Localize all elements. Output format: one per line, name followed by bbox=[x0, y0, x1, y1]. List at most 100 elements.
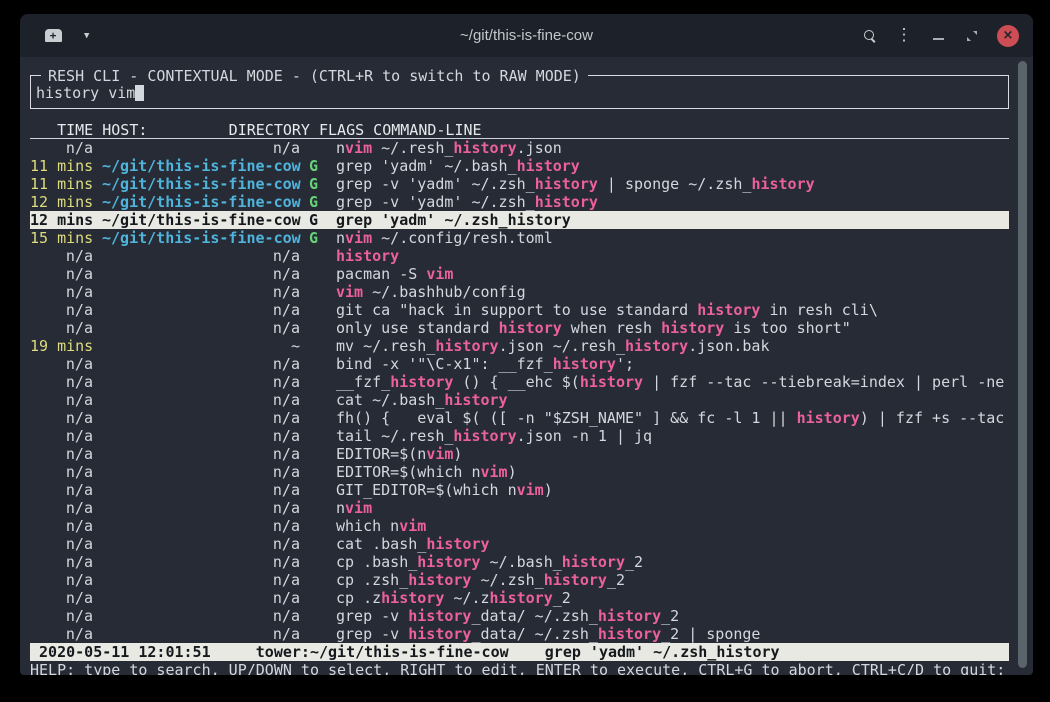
row-time: n/a bbox=[30, 463, 93, 481]
history-row[interactable]: n/an/atail ~/.resh_history.json -n 1 | j… bbox=[30, 427, 1009, 445]
history-row[interactable]: n/an/ahistory bbox=[30, 247, 1009, 265]
row-flags bbox=[309, 571, 327, 589]
history-row[interactable]: n/an/agit ca "hack in support to use sta… bbox=[30, 301, 1009, 319]
row-command: cat .bash_history bbox=[336, 535, 1009, 553]
history-row[interactable]: n/an/aonly use standard history when res… bbox=[30, 319, 1009, 337]
row-time: n/a bbox=[30, 625, 93, 643]
new-tab-icon: + bbox=[45, 29, 62, 42]
row-flags bbox=[309, 139, 327, 157]
history-row[interactable]: 11 mins~/git/this-is-fine-cowGgrep 'yadm… bbox=[30, 157, 1009, 175]
row-command: grep -v history_data/ ~/.zsh_history_2 |… bbox=[336, 625, 1009, 643]
row-time: 15 mins bbox=[30, 229, 93, 247]
scrollbar-thumb[interactable] bbox=[1018, 61, 1027, 668]
row-flags bbox=[309, 391, 327, 409]
history-row[interactable]: n/an/aEDITOR=$(which nvim) bbox=[30, 463, 1009, 481]
row-command: tail ~/.resh_history.json -n 1 | jq bbox=[336, 427, 1009, 445]
history-row[interactable]: 12 mins~/git/this-is-fine-cowGgrep -v 'y… bbox=[30, 193, 1009, 211]
terminal-content: RESH CLI - CONTEXTUAL MODE - (CTRL+R to … bbox=[20, 57, 1033, 675]
row-command: history bbox=[336, 247, 1009, 265]
row-flags: G bbox=[309, 229, 327, 247]
row-command: which nvim bbox=[336, 517, 1009, 535]
row-command: cp .bash_history ~/.bash_history_2 bbox=[336, 553, 1009, 571]
history-row[interactable]: 11 mins~/git/this-is-fine-cowGgrep -v 'y… bbox=[30, 175, 1009, 193]
row-directory: n/a bbox=[102, 409, 300, 427]
menu-button[interactable]: ⋮ bbox=[887, 21, 921, 51]
row-flags bbox=[309, 445, 327, 463]
row-flags bbox=[309, 553, 327, 571]
row-flags bbox=[309, 481, 327, 499]
row-directory: n/a bbox=[102, 355, 300, 373]
history-row[interactable]: n/an/anvim bbox=[30, 499, 1009, 517]
close-icon: × bbox=[1003, 28, 1014, 43]
row-flags bbox=[309, 355, 327, 373]
history-row[interactable]: n/an/acat ~/.bash_history bbox=[30, 391, 1009, 409]
row-time: n/a bbox=[30, 553, 93, 571]
restore-button[interactable] bbox=[955, 21, 989, 51]
history-row[interactable]: n/an/acp .bash_history ~/.bash_history_2 bbox=[30, 553, 1009, 571]
row-command: fh() { eval $( ([ -n "$ZSH_NAME" ] && fc… bbox=[336, 409, 1009, 427]
row-time: n/a bbox=[30, 139, 93, 157]
history-row[interactable]: n/an/agrep -v history_data/ ~/.zsh_histo… bbox=[30, 607, 1009, 625]
history-row[interactable]: n/a n/a fh() { eval $( ([ -n "$ZSH_NAME" ]… bbox=[30, 409, 1009, 427]
row-flags bbox=[309, 517, 327, 535]
history-row[interactable]: n/an/aGIT_EDITOR=$(which nvim) bbox=[30, 481, 1009, 499]
row-directory: n/a bbox=[102, 589, 300, 607]
row-flags bbox=[309, 247, 327, 265]
row-command: pacman -S vim bbox=[336, 265, 1009, 283]
history-row[interactable]: n/an/avim ~/.bashhub/config bbox=[30, 283, 1009, 301]
history-row[interactable]: 15 mins~/git/this-is-fine-cowGnvim ~/.co… bbox=[30, 229, 1009, 247]
row-time: n/a bbox=[30, 571, 93, 589]
history-row[interactable]: 19 mins~mv ~/.resh_history.json ~/.resh_… bbox=[30, 337, 1009, 355]
row-command: cp .zhistory ~/.zhistory_2 bbox=[336, 589, 1009, 607]
row-directory: n/a bbox=[102, 445, 300, 463]
row-time: n/a bbox=[30, 427, 93, 445]
row-flags bbox=[309, 607, 327, 625]
row-directory: n/a bbox=[102, 391, 300, 409]
history-row[interactable]: n/an/acat .bash_history bbox=[30, 535, 1009, 553]
history-row[interactable]: n/an/awhich nvim bbox=[30, 517, 1009, 535]
history-row[interactable]: n/an/acp .zhistory ~/.zhistory_2 bbox=[30, 589, 1009, 607]
minimize-button[interactable] bbox=[921, 21, 955, 51]
row-flags: G bbox=[309, 193, 327, 211]
row-time: n/a bbox=[30, 283, 93, 301]
resh-search-box[interactable]: RESH CLI - CONTEXTUAL MODE - (CTRL+R to … bbox=[30, 75, 1009, 109]
history-row[interactable]: n/an/acp .zsh_history ~/.zsh_history_2 bbox=[30, 571, 1009, 589]
history-row[interactable]: n/an/a__fzf_history () { __ehc $(history… bbox=[30, 373, 1009, 391]
history-row[interactable]: 12 mins~/git/this-is-fine-cowGgrep 'yadm… bbox=[30, 211, 1009, 229]
row-time: n/a bbox=[30, 607, 93, 625]
row-time: n/a bbox=[30, 355, 93, 373]
row-command: nvim ~/.config/resh.toml bbox=[336, 229, 1009, 247]
row-time: n/a bbox=[30, 391, 93, 409]
row-flags bbox=[309, 463, 327, 481]
history-row[interactable]: n/an/anvim ~/.resh_history.json bbox=[30, 139, 1009, 157]
search-button[interactable] bbox=[853, 21, 887, 51]
table-rows: n/an/anvim ~/.resh_history.json11 mins~/… bbox=[30, 139, 1009, 643]
row-time: 12 mins bbox=[30, 193, 93, 211]
row-time: n/a bbox=[30, 265, 93, 283]
history-row[interactable]: n/an/abind -x '"\C-x1": __fzf_history'; bbox=[30, 355, 1009, 373]
row-flags bbox=[309, 499, 327, 517]
chevron-down-icon[interactable]: ▼ bbox=[84, 31, 89, 41]
row-time: 12 mins bbox=[30, 211, 93, 229]
row-time: n/a bbox=[30, 409, 93, 427]
row-time: n/a bbox=[30, 535, 93, 553]
history-row[interactable]: n/an/apacman -S vim bbox=[30, 265, 1009, 283]
history-row[interactable]: n/an/aEDITOR=$(nvim) bbox=[30, 445, 1009, 463]
row-command: only use standard history when resh hist… bbox=[336, 319, 1009, 337]
history-table: TIME HOST: DIRECTORY FLAGS COMMAND-LINE … bbox=[30, 121, 1009, 643]
close-button[interactable]: × bbox=[997, 25, 1019, 47]
row-time: n/a bbox=[30, 445, 93, 463]
row-time: 19 mins bbox=[30, 337, 93, 355]
row-command: nvim ~/.resh_history.json bbox=[336, 139, 1009, 157]
row-flags bbox=[309, 589, 327, 607]
row-command: grep -v 'yadm' ~/.zsh_history | sponge ~… bbox=[336, 175, 1009, 193]
row-command: cp .zsh_history ~/.zsh_history_2 bbox=[336, 571, 1009, 589]
history-row[interactable]: n/an/agrep -v history_data/ ~/.zsh_histo… bbox=[30, 625, 1009, 643]
search-input[interactable]: history vim bbox=[36, 84, 135, 102]
row-flags: G bbox=[309, 211, 327, 229]
new-tab-button[interactable]: + bbox=[36, 21, 70, 51]
row-flags bbox=[309, 409, 327, 427]
row-time: n/a bbox=[30, 247, 93, 265]
row-flags bbox=[309, 535, 327, 553]
row-time: 11 mins bbox=[30, 175, 93, 193]
